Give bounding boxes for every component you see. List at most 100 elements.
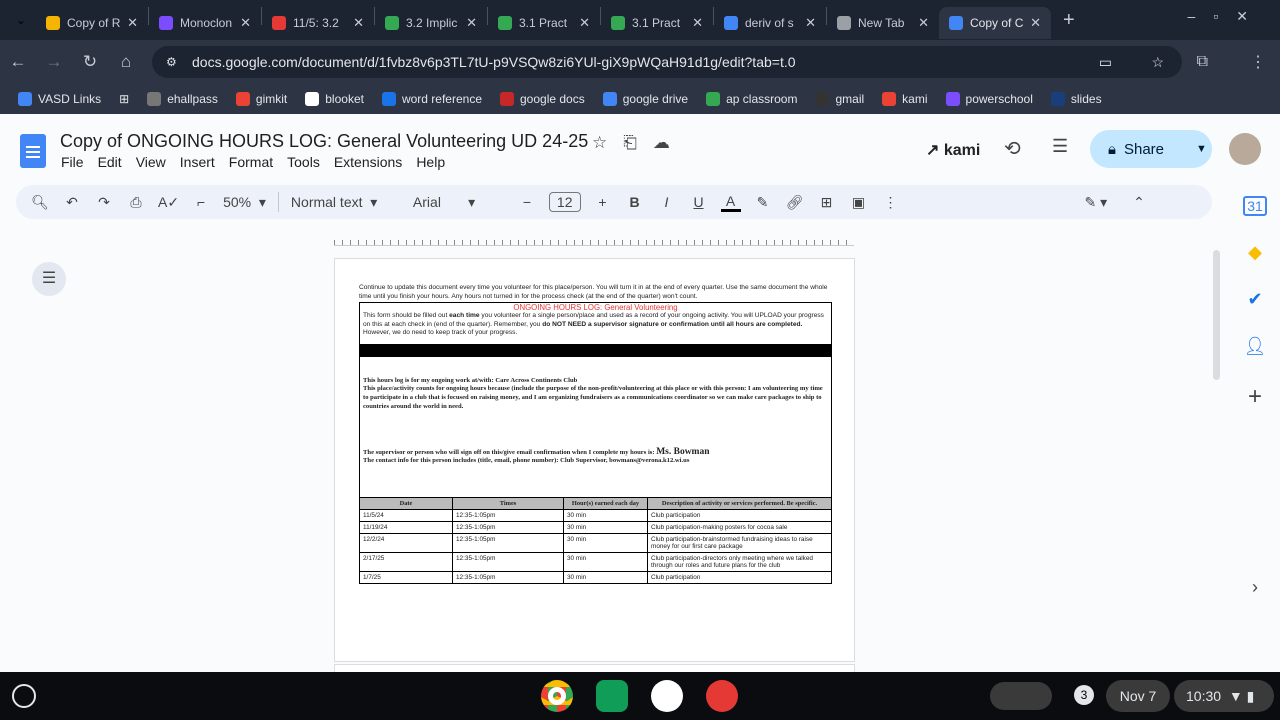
table-cell[interactable]: 30 min: [563, 571, 648, 584]
bookmark-item[interactable]: kami: [882, 92, 928, 106]
link-icon[interactable]: 🔗︎: [785, 194, 805, 211]
close-tab-icon[interactable]: ✕: [692, 15, 703, 31]
text-color-button[interactable]: A: [720, 193, 741, 212]
bookmark-star-icon[interactable]: ☆: [1151, 54, 1164, 71]
italic-button[interactable]: I: [657, 194, 677, 210]
menu-tools[interactable]: Tools: [287, 154, 320, 170]
table-cell[interactable]: 1/7/25: [359, 571, 453, 584]
browser-tab[interactable]: 3.1 Pract ✕: [488, 7, 600, 39]
document-title[interactable]: Copy of ONGOING HOURS LOG: General Volun…: [60, 131, 588, 152]
bookmark-item[interactable]: google docs: [500, 92, 585, 106]
back-icon[interactable]: ←: [0, 52, 36, 72]
search-menus-icon[interactable]: 🔍︎: [30, 194, 50, 211]
bookmark-item[interactable]: slides: [1050, 92, 1102, 106]
table-cell[interactable]: 12:35-1:05pm: [452, 571, 564, 584]
status-tray[interactable]: 10:30 ▼ ▮: [1174, 680, 1274, 712]
bookmark-item[interactable]: ap classroom: [706, 92, 797, 106]
redo-icon[interactable]: ↷: [94, 194, 114, 211]
table-cell[interactable]: Club participation-making posters for co…: [647, 521, 832, 534]
window-controls[interactable]: –▫✕: [1188, 8, 1266, 25]
table-cell[interactable]: Club participation-directors only meetin…: [647, 552, 832, 572]
bold-button[interactable]: B: [625, 194, 645, 210]
close-tab-icon[interactable]: ✕: [579, 15, 590, 31]
star-icon[interactable]: ☆: [592, 133, 607, 153]
forward-icon[interactable]: →: [36, 52, 72, 72]
table-cell[interactable]: 12/2/24: [359, 533, 453, 553]
underline-button[interactable]: U: [689, 194, 709, 210]
editing-mode-icon[interactable]: ✎ ▾: [1085, 194, 1108, 211]
close-tab-icon[interactable]: ✕: [805, 15, 816, 31]
play-store-icon[interactable]: [651, 680, 683, 712]
browser-tab[interactable]: 11/5: 3.2 ✕: [262, 7, 374, 39]
menu-view[interactable]: View: [136, 154, 166, 170]
zoom-select[interactable]: 50% ▾: [223, 194, 266, 211]
menu-edit[interactable]: Edit: [98, 154, 122, 170]
close-tab-icon[interactable]: ✕: [127, 15, 138, 31]
table-cell[interactable]: 30 min: [563, 521, 648, 534]
comments-icon[interactable]: ☰: [1052, 136, 1068, 157]
url-text[interactable]: docs.google.com/document/d/1fvbz8v6p3TL7…: [192, 54, 796, 70]
spellcheck-icon[interactable]: A✓: [158, 194, 179, 211]
font-size-input[interactable]: 12: [548, 192, 581, 212]
table-cell[interactable]: Club participation: [647, 509, 832, 522]
reload-icon[interactable]: ↻: [72, 52, 108, 72]
cloud-saved-icon[interactable]: ☁: [653, 133, 670, 153]
avatar[interactable]: [1229, 133, 1261, 165]
history-icon[interactable]: ⟲: [1004, 136, 1021, 161]
bookmark-item[interactable]: VASD Links: [18, 92, 101, 106]
ruler[interactable]: [334, 232, 854, 246]
tasks-icon[interactable]: ✔: [1247, 289, 1262, 310]
scrollbar[interactable]: [1213, 250, 1220, 380]
close-tab-icon[interactable]: ✕: [466, 15, 477, 31]
site-info-icon[interactable]: ⚙: [166, 55, 177, 69]
bookmark-item[interactable]: blooket: [305, 92, 364, 106]
table-cell[interactable]: 30 min: [563, 509, 648, 522]
table-cell[interactable]: 12:35-1:05pm: [452, 552, 564, 572]
table-cell[interactable]: 12:35-1:05pm: [452, 509, 564, 522]
move-folder-icon[interactable]: ⎗: [623, 133, 637, 153]
table-cell[interactable]: 12:35-1:05pm: [452, 533, 564, 553]
add-comment-icon[interactable]: ⊞: [817, 194, 837, 211]
close-tab-icon[interactable]: ✕: [353, 15, 364, 31]
tab-search-button[interactable]: ⌄: [6, 13, 36, 27]
classroom-app-icon[interactable]: [596, 680, 628, 712]
table-cell[interactable]: 2/17/25: [359, 552, 453, 572]
close-tab-icon[interactable]: ✕: [240, 15, 251, 31]
calendar-icon[interactable]: 31: [1243, 196, 1267, 216]
browser-tab[interactable]: 3.1 Pract ✕: [601, 7, 713, 39]
outline-icon[interactable]: ☰: [32, 262, 66, 296]
menu-insert[interactable]: Insert: [180, 154, 215, 170]
bookmark-item[interactable]: powerschool: [945, 92, 1033, 106]
chrome-app-icon[interactable]: [541, 680, 573, 712]
keep-icon[interactable]: ◆: [1248, 242, 1262, 263]
share-dropdown-icon[interactable]: ▼: [1196, 143, 1207, 155]
decrease-font-size-button[interactable]: −: [517, 194, 537, 210]
collapse-menus-icon[interactable]: ⌃: [1133, 194, 1145, 211]
menu-help[interactable]: Help: [416, 154, 445, 170]
apps-grid-icon[interactable]: ⊞: [119, 92, 129, 106]
new-tab-button[interactable]: +: [1063, 9, 1075, 32]
more-icon[interactable]: ⋮: [881, 194, 901, 211]
date-tray[interactable]: Nov 7: [1106, 680, 1170, 712]
paint-app-icon[interactable]: [706, 680, 738, 712]
extensions-icon[interactable]: ⧉: [1197, 53, 1208, 71]
docs-logo-icon[interactable]: [20, 134, 46, 168]
table-cell[interactable]: 12:35-1:05pm: [452, 521, 564, 534]
browser-tab[interactable]: 3.2 Implic ✕: [375, 7, 487, 39]
insert-image-icon[interactable]: ▣: [849, 194, 869, 211]
menu-file[interactable]: File: [61, 154, 84, 170]
browser-tab[interactable]: Copy of R ✕: [36, 7, 148, 39]
bookmark-item[interactable]: gmail: [815, 92, 864, 106]
close-tab-icon[interactable]: ✕: [918, 15, 929, 31]
document-page[interactable]: Continue to update this document every t…: [334, 258, 855, 662]
close-tab-icon[interactable]: ✕: [1030, 15, 1041, 31]
kami-button[interactable]: ↗ kami: [926, 140, 980, 160]
print-icon[interactable]: ⎙: [126, 194, 146, 211]
browser-tab[interactable]: Copy of C ✕: [939, 7, 1051, 39]
table-cell[interactable]: 11/5/24: [359, 509, 453, 522]
browser-tab[interactable]: Monoclon ✕: [149, 7, 261, 39]
menu-icon[interactable]: ⋮: [1250, 52, 1266, 72]
menu-format[interactable]: Format: [229, 154, 273, 170]
home-icon[interactable]: ⌂: [108, 52, 144, 72]
increase-font-size-button[interactable]: +: [593, 194, 613, 210]
